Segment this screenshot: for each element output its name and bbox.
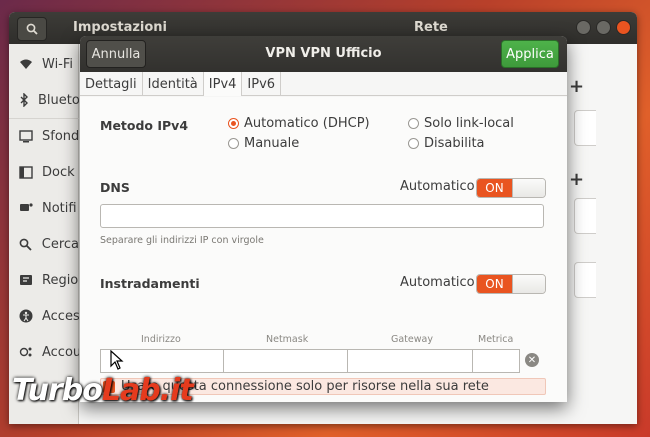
apply-button[interactable]: Applica	[501, 40, 559, 68]
radio-selected-icon	[228, 118, 239, 129]
radio-label: Solo link-local	[424, 116, 514, 131]
bluetooth-icon	[19, 93, 29, 107]
ipv4-settings: Metodo IPv4 Automatico (DHCP) Solo link-…	[80, 97, 567, 402]
accounts-icon	[19, 345, 33, 359]
window-controls	[576, 20, 631, 35]
sidebar-item-notifications[interactable]: Notifi	[9, 190, 79, 226]
radio-automatic-dhcp[interactable]: Automatico (DHCP)	[228, 116, 370, 131]
dock-icon	[19, 165, 33, 179]
sidebar-item-label: Regio	[42, 272, 79, 288]
maximize-button[interactable]	[596, 20, 611, 35]
watermark-logo: TurboLab.it	[12, 373, 194, 408]
sidebar-item-dock[interactable]: Dock	[9, 154, 79, 190]
radio-icon	[228, 138, 239, 149]
tab-ipv4[interactable]: IPv4	[203, 72, 243, 96]
switch-on-label: ON	[477, 275, 512, 293]
routes-auto-switch[interactable]: ON	[476, 274, 546, 294]
tab-identity[interactable]: Identità	[143, 72, 204, 96]
minimize-button[interactable]	[576, 20, 591, 35]
add-icon[interactable]: +	[569, 169, 584, 190]
watermark-part1: Turbo	[12, 373, 103, 408]
sidebar-item-background[interactable]: Sfond	[9, 118, 79, 154]
wifi-icon	[19, 57, 33, 71]
notifications-icon	[19, 201, 33, 215]
switch-on-label: ON	[477, 179, 512, 197]
dns-auto-label: Automatico	[400, 179, 475, 194]
connection-card	[574, 110, 596, 146]
sidebar-item-label: Notifi	[42, 200, 77, 216]
dns-label: DNS	[100, 180, 130, 195]
background-icon	[19, 130, 33, 144]
route-netmask-input[interactable]	[223, 349, 348, 373]
sidebar-item-label: Dock	[42, 164, 75, 180]
routes-label: Instradamenti	[100, 276, 200, 291]
panel-title: Rete	[414, 20, 448, 35]
sidebar-item-wifi[interactable]: Wi-Fi	[9, 46, 79, 82]
sidebar-item-label: Acces	[42, 308, 79, 324]
search-icon	[26, 23, 38, 35]
search-icon	[19, 237, 33, 251]
tab-bar: Dettagli Identità IPv4 IPv6	[80, 72, 567, 96]
radio-disabled[interactable]: Disabilita	[408, 136, 485, 151]
radio-icon	[408, 118, 419, 129]
tab-details[interactable]: Dettagli	[80, 72, 143, 96]
sidebar-item-label: Sfond	[42, 129, 79, 144]
dns-input[interactable]	[100, 204, 544, 228]
dialog-header: Annulla VPN VPN Ufficio Applica	[80, 36, 567, 72]
radio-label: Automatico (DHCP)	[244, 116, 370, 131]
sidebar-item-label: Accou	[42, 344, 79, 360]
column-netmask: Netmask	[266, 334, 309, 345]
close-button[interactable]	[616, 20, 631, 35]
delete-route-icon[interactable]: ✕	[525, 353, 539, 367]
dns-hint: Separare gli indirizzi IP con virgole	[100, 235, 264, 246]
tab-ipv6[interactable]: IPv6	[242, 72, 282, 96]
vpn-dialog: Annulla VPN VPN Ufficio Applica Dettagli…	[80, 36, 567, 402]
add-icon[interactable]: +	[569, 76, 584, 97]
sidebar-item-accounts[interactable]: Accou	[9, 334, 79, 370]
route-metric-input[interactable]	[472, 349, 520, 373]
sidebar-item-label: Blueto	[38, 92, 79, 108]
sidebar-item-region[interactable]: Regio	[9, 262, 79, 298]
mouse-cursor-icon	[110, 350, 124, 370]
dialog-title: VPN VPN Ufficio	[265, 46, 382, 61]
method-label: Metodo IPv4	[100, 118, 189, 133]
watermark-part2: Lab.it	[101, 373, 194, 408]
route-row	[100, 349, 520, 373]
connection-card	[574, 198, 596, 234]
sidebar-item-label: Wi-Fi	[42, 56, 74, 72]
search-button[interactable]	[17, 17, 47, 41]
settings-sidebar: Wi-Fi Blueto Sfond Dock Notifi Cerca Reg…	[9, 44, 79, 424]
dns-auto-switch[interactable]: ON	[476, 178, 546, 198]
route-gateway-input[interactable]	[347, 349, 473, 373]
column-metric: Metrica	[478, 334, 514, 345]
connection-card	[574, 262, 596, 298]
region-icon	[19, 273, 33, 287]
column-address: Indirizzo	[141, 334, 181, 345]
sidebar-item-accessibility[interactable]: Acces	[9, 298, 79, 334]
radio-manual[interactable]: Manuale	[228, 136, 299, 151]
radio-icon	[408, 138, 419, 149]
routes-auto-label: Automatico	[400, 275, 475, 290]
sidebar-item-search[interactable]: Cerca	[9, 226, 79, 262]
radio-link-local[interactable]: Solo link-local	[408, 116, 514, 131]
sidebar-item-label: Cerca	[41, 236, 79, 252]
radio-label: Disabilita	[424, 136, 485, 151]
column-gateway: Gateway	[391, 334, 433, 345]
switch-knob	[512, 179, 545, 197]
switch-knob	[512, 275, 545, 293]
settings-title: Impostazioni	[73, 20, 168, 35]
radio-label: Manuale	[244, 136, 300, 151]
sidebar-item-bluetooth[interactable]: Blueto	[9, 82, 79, 118]
accessibility-icon	[19, 309, 33, 323]
